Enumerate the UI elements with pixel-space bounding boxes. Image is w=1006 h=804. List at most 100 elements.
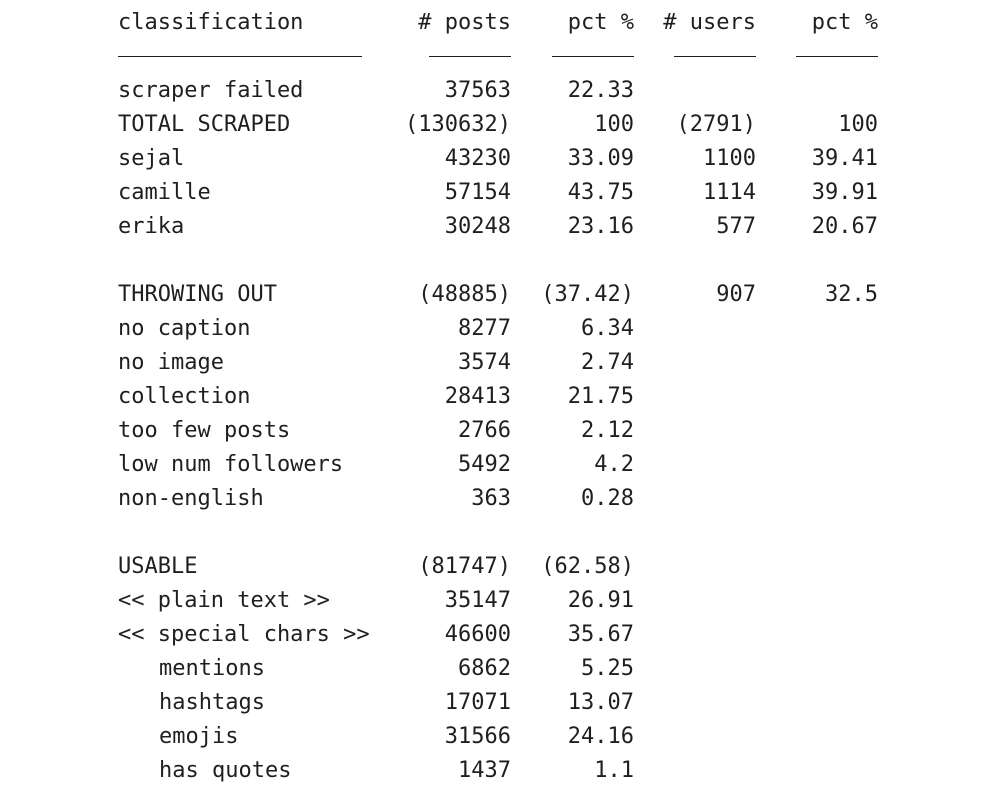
row-label: too few posts [118, 418, 291, 443]
row-users: (2791) [676, 112, 756, 137]
row-label: collection [118, 384, 251, 409]
header-posts-pct: pct % [567, 10, 634, 35]
row-users-pct: 39.91 [811, 180, 878, 205]
row-posts-pct: 26.91 [567, 588, 634, 613]
rule-posts [429, 56, 511, 57]
header-classification: classification [118, 10, 304, 35]
table-row: no caption 8277 6.34 [118, 312, 878, 346]
header-posts: # posts [418, 10, 511, 35]
row-label: no image [118, 350, 224, 375]
row-posts-pct: 100 [594, 112, 634, 137]
row-posts-pct: 13.07 [567, 690, 634, 715]
row-posts: 363 [471, 486, 511, 511]
row-posts: 28413 [444, 384, 511, 409]
table-row: has quotes 1437 1.1 [118, 754, 878, 788]
row-posts: 6862 [458, 656, 511, 681]
row-label: THROWING OUT [118, 282, 277, 307]
row-label: << special chars >> [118, 622, 370, 647]
table-row: collection 28413 21.75 [118, 380, 878, 414]
row-posts: 5492 [458, 452, 511, 477]
table-row: too few posts 2766 2.12 [118, 414, 878, 448]
row-users-pct: 39.41 [811, 146, 878, 171]
row-label: hashtags [159, 690, 265, 715]
header-users: # users [663, 10, 756, 35]
row-posts: 46600 [444, 622, 511, 647]
row-posts: 2766 [458, 418, 511, 443]
row-posts-pct: 33.09 [567, 146, 634, 171]
row-label: USABLE [118, 554, 198, 579]
row-posts: 43230 [444, 146, 511, 171]
table-row: sejal 43230 33.09 1100 39.41 [118, 142, 878, 176]
row-posts-pct: 2.74 [581, 350, 634, 375]
row-posts: 8277 [458, 316, 511, 341]
row-posts: (81747) [418, 554, 511, 579]
row-posts-pct: 23.16 [567, 214, 634, 239]
row-posts-pct: 0.28 [581, 486, 634, 511]
row-posts-pct: 2.12 [581, 418, 634, 443]
row-posts-pct: 22.33 [567, 78, 634, 103]
row-label: mentions [159, 656, 265, 681]
row-posts-pct: 1.1 [594, 758, 634, 783]
row-posts-pct: 35.67 [567, 622, 634, 647]
table-row: THROWING OUT (48885) (37.42) 907 32.5 [118, 278, 878, 312]
row-label: erika [118, 214, 185, 239]
row-posts: (48885) [418, 282, 511, 307]
table-row: << plain text >> 35147 26.91 [118, 584, 878, 618]
row-users-pct: 100 [838, 112, 878, 137]
row-posts-pct: 24.16 [567, 724, 634, 749]
row-posts: 1437 [458, 758, 511, 783]
table-row: non-english 363 0.28 [118, 482, 878, 516]
spacer-row [118, 244, 878, 278]
table-row: camille 57154 43.75 1114 39.91 [118, 176, 878, 210]
table-row: no image 3574 2.74 [118, 346, 878, 380]
row-label: non-english [118, 486, 264, 511]
classification-table: classification # posts pct % # users pct… [118, 6, 878, 788]
spacer-row [118, 516, 878, 550]
row-users: 907 [716, 282, 756, 307]
row-users-pct: 32.5 [825, 282, 878, 307]
row-posts-pct: (62.58) [541, 554, 634, 579]
table-row: hashtags 17071 13.07 [118, 686, 878, 720]
row-users: 1100 [703, 146, 756, 171]
rule-classification [118, 56, 362, 57]
row-posts-pct: 21.75 [567, 384, 634, 409]
rule-users [674, 56, 756, 57]
row-posts-pct: (37.42) [541, 282, 634, 307]
row-posts: 35147 [444, 588, 511, 613]
row-posts-pct: 43.75 [567, 180, 634, 205]
row-posts-pct: 5.25 [581, 656, 634, 681]
table-row: low num followers 5492 4.2 [118, 448, 878, 482]
row-label: low num followers [118, 452, 344, 477]
rule-users-pct [796, 56, 878, 57]
table-row: emojis 31566 24.16 [118, 720, 878, 754]
table-row: TOTAL SCRAPED (130632) 100 (2791) 100 [118, 108, 878, 142]
row-users-pct: 20.67 [811, 214, 878, 239]
row-posts: 37563 [444, 78, 511, 103]
row-label: camille [118, 180, 211, 205]
header-users-pct: pct % [811, 10, 878, 35]
row-label: no caption [118, 316, 251, 341]
table-body: scraper failed 37563 22.33 TOTAL SCRAPED (13… [118, 74, 878, 788]
row-users: 1114 [703, 180, 756, 205]
row-label: << plain text >> [118, 588, 330, 613]
table-row: erika 30248 23.16 577 20.67 [118, 210, 878, 244]
row-posts: 17071 [444, 690, 511, 715]
header-rule-row [118, 40, 878, 74]
row-posts: 3574 [458, 350, 511, 375]
row-posts-pct: 6.34 [581, 316, 634, 341]
row-posts: (130632) [405, 112, 511, 137]
row-posts: 31566 [444, 724, 511, 749]
row-label: scraper failed [118, 78, 304, 103]
rule-posts-pct [552, 56, 634, 57]
row-label: has quotes [159, 758, 292, 783]
row-users: 577 [716, 214, 756, 239]
row-posts: 57154 [444, 180, 511, 205]
header-row: classification # posts pct % # users pct… [118, 6, 878, 40]
table-row: scraper failed 37563 22.33 [118, 74, 878, 108]
row-label: emojis [159, 724, 239, 749]
table-row: USABLE (81747) (62.58) [118, 550, 878, 584]
row-posts-pct: 4.2 [594, 452, 634, 477]
table-row: << special chars >> 46600 35.67 [118, 618, 878, 652]
row-label: TOTAL SCRAPED [118, 112, 291, 137]
table-row: mentions 6862 5.25 [118, 652, 878, 686]
